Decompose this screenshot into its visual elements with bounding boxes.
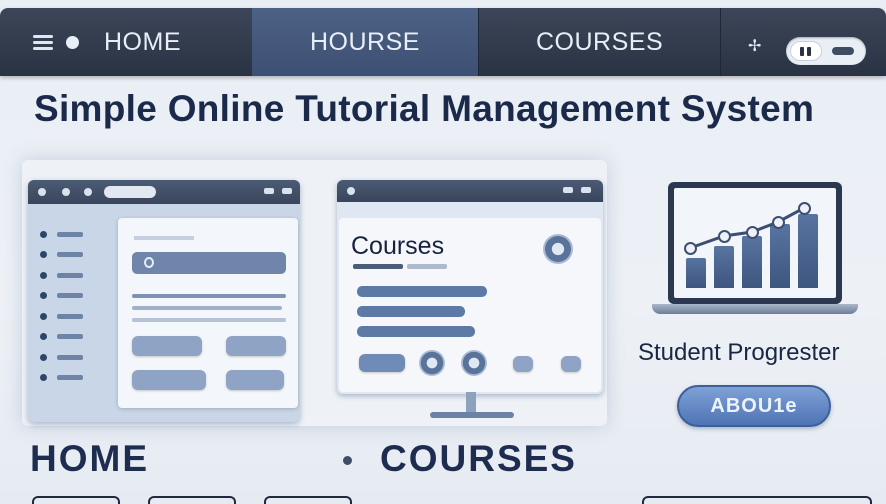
text-line [132,294,286,298]
window-title-bar [337,180,603,202]
status-dot-icon [66,36,79,49]
laptop-base [652,304,858,314]
top-navigation-bar: HOME HOURSE COURSES ✢ [0,8,886,76]
action-button[interactable] [132,370,206,390]
monitor-stand [466,392,476,414]
nav-hourse-link[interactable]: HOURSE [310,8,420,76]
chart-point [798,202,811,215]
chart-point [684,242,697,255]
monitor-stand-base [430,412,514,418]
student-progress-caption: Student Progrester [638,339,840,366]
toggle-switch[interactable] [786,37,866,65]
chart-point [746,226,759,239]
chart-line [689,206,805,250]
bottom-courses-heading[interactable]: COURSES [380,438,577,480]
action-button[interactable] [132,336,202,356]
bottom-card[interactable] [264,496,352,504]
sidebar-item[interactable] [40,327,83,348]
chart-point [718,230,731,243]
small-button[interactable] [561,356,581,372]
dashboard-window-mock [28,180,300,422]
address-bar [104,186,156,198]
course-bar [357,326,475,337]
window-control-icon [563,187,573,193]
window-dot-icon [84,188,92,196]
search-icon [144,257,154,268]
menu-icon[interactable] [33,35,53,50]
fingerprint-icon[interactable] [543,234,573,264]
window-control-icon [264,188,274,194]
courses-heading: Courses [351,232,445,260]
courses-subtitle-line [407,264,447,269]
page-title: Simple Online Tutorial Management System [34,88,815,129]
nav-divider [478,8,479,76]
sidebar-item[interactable] [40,224,83,245]
window-dot-icon [347,187,355,195]
course-bar [357,286,487,297]
sidebar-item[interactable] [40,347,83,368]
record-icon[interactable] [461,350,487,376]
nav-divider [720,8,721,76]
card-header-line [134,236,194,240]
sidebar-item[interactable] [40,368,83,389]
laptop-screen [668,182,842,304]
sidebar-list [40,224,83,388]
window-control-icon [581,187,591,193]
nav-home-link[interactable]: HOME [104,8,181,76]
settings-icon[interactable]: ✢ [748,36,761,56]
separator-dot-icon [343,456,352,465]
action-button[interactable] [226,370,284,390]
bottom-card[interactable] [148,496,236,504]
toggle-knob [832,47,854,55]
sidebar-item[interactable] [40,265,83,286]
small-button[interactable] [513,356,533,372]
nav-courses-link[interactable]: COURSES [536,8,663,76]
courses-card: Courses [339,218,601,392]
chart-point [772,216,785,229]
sidebar-item[interactable] [40,245,83,266]
window-dot-icon [62,188,70,196]
course-bar [357,306,465,317]
text-line [132,318,286,322]
about-button[interactable]: ABOU1e [677,385,831,427]
window-dot-icon [38,188,46,196]
pause-icon [790,41,822,61]
text-line [132,306,282,310]
action-button[interactable] [226,336,286,356]
sidebar-item[interactable] [40,286,83,307]
courses-subtitle-line [353,264,403,269]
bottom-home-heading[interactable]: HOME [30,438,149,480]
sidebar-item[interactable] [40,306,83,327]
search-field[interactable] [132,252,286,274]
course-action-button[interactable] [359,354,405,372]
bottom-card[interactable] [32,496,120,504]
chart-icon [674,188,836,298]
window-title-bar [28,180,300,204]
bottom-card[interactable] [642,496,872,504]
window-control-icon [282,188,292,194]
courses-window-mock: Courses [337,180,603,394]
content-card [118,218,298,408]
play-icon[interactable] [419,350,445,376]
